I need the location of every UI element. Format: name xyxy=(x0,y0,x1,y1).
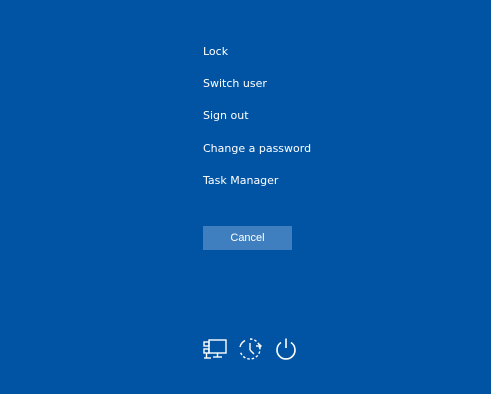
ease-of-access-icon[interactable] xyxy=(237,336,263,362)
screen-border-right xyxy=(491,0,497,399)
sign-out-option[interactable]: Sign out xyxy=(203,105,249,127)
task-manager-option[interactable]: Task Manager xyxy=(203,170,278,192)
security-options-screen: Lock Switch user Sign out Change a passw… xyxy=(0,0,491,394)
switch-user-option[interactable]: Switch user xyxy=(203,73,267,95)
network-icon[interactable] xyxy=(202,336,228,362)
change-password-option[interactable]: Change a password xyxy=(203,138,311,160)
power-icon[interactable] xyxy=(273,336,299,362)
cancel-button[interactable]: Cancel xyxy=(203,226,292,250)
lock-option[interactable]: Lock xyxy=(203,41,228,63)
screen-border-bottom xyxy=(0,394,497,399)
